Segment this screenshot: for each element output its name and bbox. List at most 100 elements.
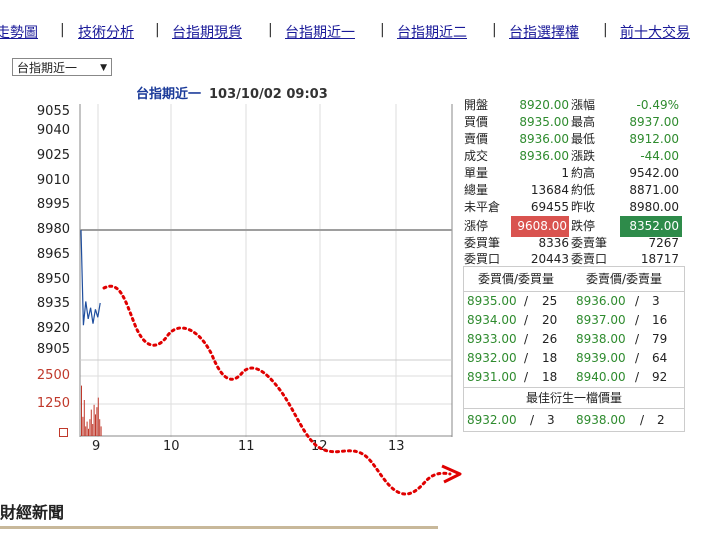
nav-near-month-2[interactable]: 台指期近二 [397, 22, 467, 42]
nav-taiex-spot[interactable]: 台指期現貨 [172, 22, 242, 42]
price-tick-label: 8935 [36, 296, 70, 311]
slash: / [635, 370, 640, 384]
contract-select-value: 台指期近一 [17, 61, 78, 75]
volume-bar [96, 407, 98, 436]
quote-label: 賣價 [464, 132, 489, 146]
quote-value: 13684 [530, 183, 569, 197]
price-tick-label: 8905 [36, 342, 70, 357]
nav-separator: | [155, 22, 160, 38]
bid-price: 8932.00 [467, 351, 517, 365]
volume-bar [81, 385, 82, 436]
quote-label: 漲停 [464, 219, 489, 233]
quote-row-order-count: 委買筆 8336 委賣筆 7267 [463, 235, 683, 252]
quote-label: 約低 [571, 183, 596, 197]
nav-separator: | [492, 22, 497, 38]
implied-ask-price: 8938.00 [576, 413, 626, 427]
nav-options[interactable]: 台指選擇權 [509, 22, 579, 42]
nav-separator: | [60, 22, 65, 38]
quote-value: 8937.00 [629, 115, 679, 129]
implied-ask-qty: 2 [657, 413, 665, 427]
bid-price: 8934.00 [467, 313, 517, 327]
bid-qty: 26 [542, 332, 558, 346]
bid-qty: 20 [542, 313, 558, 327]
volume-bar [85, 426, 87, 436]
implied-bid-qty: 3 [547, 413, 555, 427]
quote-value: 8912.00 [629, 132, 679, 146]
order-book-row: 8931.00 / 18 8940.00 / 92 [464, 368, 684, 387]
quote-value: 8936.00 [519, 149, 569, 163]
ask-price: 8936.00 [576, 294, 626, 308]
slash: / [635, 351, 640, 365]
volume-bar [90, 409, 92, 436]
news-heading: 財經新聞 [0, 503, 65, 522]
quote-label: 跌停 [571, 219, 596, 233]
contract-select[interactable]: 台指期近一 ▼ [12, 58, 112, 76]
quote-value: 7267 [648, 236, 679, 250]
order-book-row: 8932.00 / 18 8939.00 / 64 [464, 349, 684, 368]
volume-legend-square [59, 428, 68, 437]
price-tick-label: 9010 [36, 173, 70, 188]
nav-near-month-1[interactable]: 台指期近一 [285, 22, 355, 42]
quote-value: 8980.00 [629, 200, 679, 214]
chart-title-datetime: 103/10/02 09:03 [209, 87, 328, 102]
bid-qty: 18 [542, 370, 558, 384]
slash: / [635, 313, 640, 327]
quote-label: 委賣筆 [571, 236, 608, 250]
price-line [80, 229, 101, 326]
slash: / [635, 294, 640, 308]
x-tick-label: 12 [311, 439, 328, 454]
volume-tick-label: 2500 [36, 368, 70, 383]
ask-qty: 79 [652, 332, 668, 346]
order-book-row: 8933.00 / 26 8938.00 / 79 [464, 330, 684, 349]
ask-qty: 3 [652, 294, 660, 308]
order-book-row: 8934.00 / 20 8937.00 / 16 [464, 311, 684, 330]
quote-row-bid: 買價 8935.00 最高 8937.00 [463, 114, 683, 131]
price-tick-label: 8950 [36, 272, 70, 287]
x-tick-label: 10 [163, 439, 180, 454]
nav-trend-chart[interactable]: 走勢圖 [0, 22, 38, 42]
order-book: 委買價/委買量 委賣價/委賣量 8935.00 / 25 8936.00 / 3… [463, 266, 685, 432]
nav-top-ten-traders[interactable]: 前十大交易 [620, 22, 690, 42]
nav-separator: | [268, 22, 273, 38]
quote-label: 總量 [464, 183, 489, 197]
quote-row-tick-volume: 單量 1 約高 9542.00 [463, 165, 683, 182]
chart-title-name: 台指期近一 [136, 87, 202, 102]
quote-row-last: 成交 8936.00 漲跌 -44.00 [463, 148, 683, 165]
slash: / [524, 332, 529, 346]
price-tick-label: 9055 [36, 104, 70, 119]
ask-price: 8938.00 [576, 332, 626, 346]
nav-separator: | [380, 22, 385, 38]
quote-label: 成交 [464, 149, 489, 163]
volume-bar [86, 421, 88, 436]
ask-price: 8939.00 [576, 351, 626, 365]
nav-technical-analysis[interactable]: 技術分析 [78, 22, 134, 42]
quote-value: 8935.00 [519, 115, 569, 129]
volume-bar [93, 404, 95, 436]
slash: / [524, 313, 529, 327]
volume-tick-label: 1250 [36, 396, 70, 411]
price-tick-label: 8965 [36, 247, 70, 262]
x-tick-label: 13 [388, 439, 405, 454]
quote-label: 開盤 [464, 98, 489, 112]
slash: / [640, 413, 645, 427]
ask-price: 8937.00 [576, 313, 626, 327]
implied-row: 8932.00 / 3 8938.00 / 2 [464, 409, 684, 431]
slash: / [530, 413, 535, 427]
volume-bar [99, 419, 101, 436]
quote-label: 最低 [571, 132, 596, 146]
volume-bar [97, 397, 99, 436]
volume-bar [89, 419, 91, 436]
bid-qty: 18 [542, 351, 558, 365]
implied-header: 最佳衍生一檔價量 [464, 387, 684, 409]
quote-label: 約高 [571, 166, 596, 180]
order-book-header: 委買價/委買量 委賣價/委賣量 [464, 267, 684, 292]
quote-value: 8920.00 [519, 98, 569, 112]
slash: / [524, 351, 529, 365]
slash: / [524, 294, 529, 308]
quote-row-ask: 賣價 8936.00 最低 8912.00 [463, 131, 683, 148]
implied-bid-price: 8932.00 [467, 413, 517, 427]
limit-down-value: 8352.00 [620, 216, 682, 237]
quote-label: 漲幅 [571, 98, 596, 112]
news-divider [0, 526, 438, 529]
ask-qty: 92 [652, 370, 668, 384]
